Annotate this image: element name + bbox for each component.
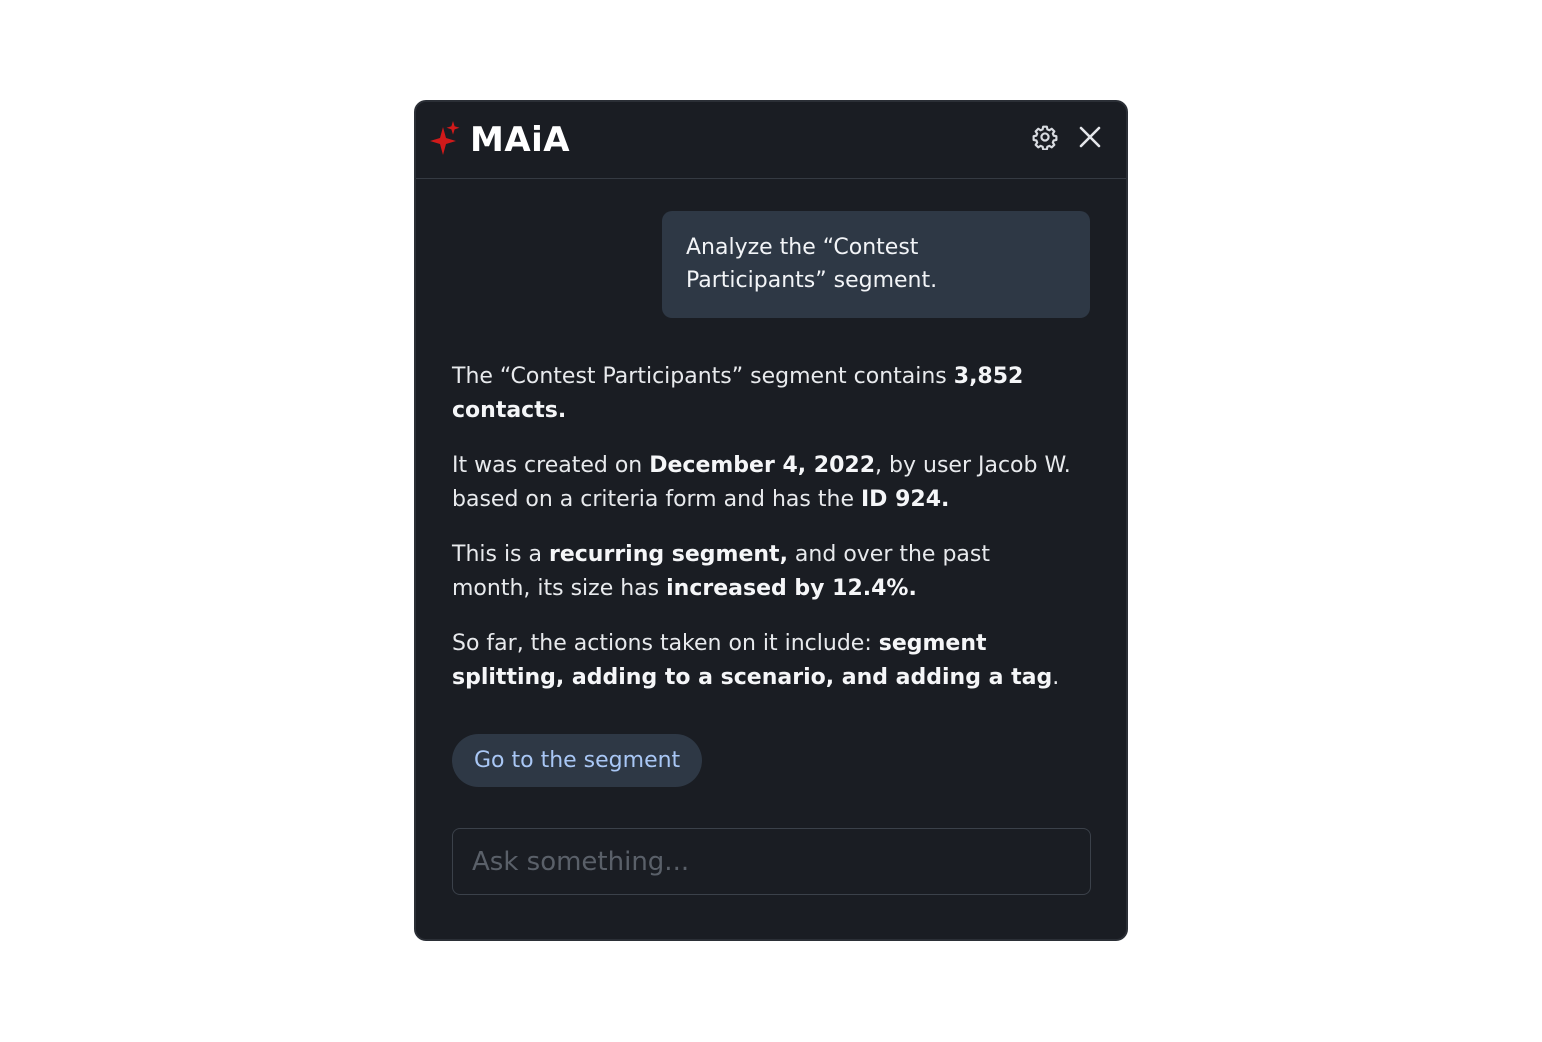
answer-highlight: recurring segment, <box>549 542 788 567</box>
assistant-panel: MAiA Analyze the “Contest Participants” … <box>414 100 1128 941</box>
panel-header: MAiA <box>416 102 1126 179</box>
answer-text: So far, the actions taken on it include: <box>452 631 879 656</box>
app-title: MAiA <box>470 120 571 160</box>
ask-input[interactable] <box>452 828 1091 895</box>
answer-paragraph: The “Contest Participants” segment conta… <box>452 360 1072 428</box>
answer-text: It was created on <box>452 453 650 478</box>
assistant-message: The “Contest Participants” segment conta… <box>452 360 1072 716</box>
answer-highlight: ID 924. <box>860 487 950 512</box>
settings-button[interactable] <box>1030 124 1060 154</box>
answer-text: This is a <box>452 542 549 567</box>
answer-highlight: increased by 12.4%. <box>666 576 917 601</box>
answer-highlight: December 4, 2022 <box>649 453 876 478</box>
close-icon <box>1078 125 1102 153</box>
app-logo: MAiA <box>430 120 570 160</box>
close-button[interactable] <box>1075 124 1105 154</box>
answer-paragraph: So far, the actions taken on it include:… <box>452 627 1072 695</box>
answer-paragraph: It was created on December 4, 2022, by u… <box>452 449 1072 517</box>
answer-text: . <box>1052 665 1060 690</box>
answer-text: The “Contest Participants” segment conta… <box>452 364 954 389</box>
sparkle-icon <box>430 121 464 159</box>
user-message: Analyze the “Contest Participants” segme… <box>662 211 1090 318</box>
answer-paragraph: This is a recurring segment, and over th… <box>452 538 1072 606</box>
go-to-segment-button[interactable]: Go to the segment <box>452 734 703 787</box>
gear-icon <box>1032 124 1058 154</box>
